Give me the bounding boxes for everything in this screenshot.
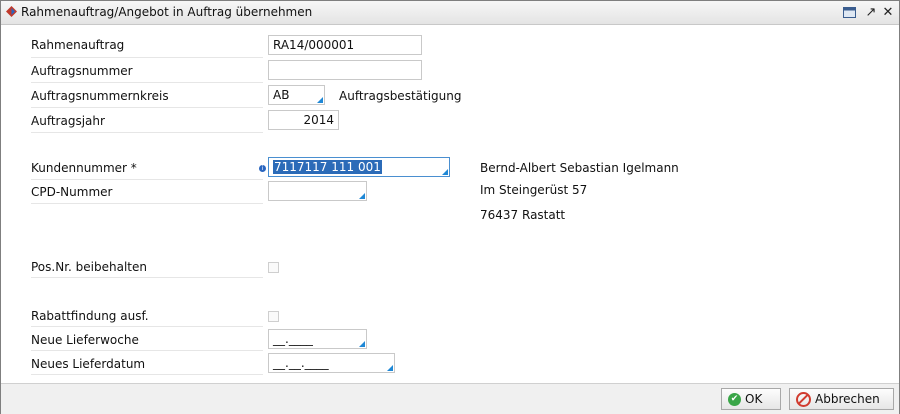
row-divider <box>31 179 263 180</box>
cancel-button[interactable]: Abbrechen <box>789 388 894 410</box>
neues-lieferdatum-field[interactable]: __.__.____ <box>268 353 395 373</box>
rahmenauftrag-field[interactable]: RA14/000001 <box>268 35 422 55</box>
customer-city: 76437 Rastatt <box>480 208 566 222</box>
row-divider <box>31 277 263 278</box>
lookup-corner-icon <box>442 169 448 175</box>
cpd-nummer-label: CPD-Nummer <box>31 185 113 199</box>
restore-window-button[interactable] <box>841 4 857 20</box>
neue-lieferwoche-label: Neue Lieferwoche <box>31 333 139 347</box>
rabattfindung-label: Rabattfindung ausf. <box>31 309 149 323</box>
neues-lieferdatum-value: __.__.____ <box>273 356 329 370</box>
rabattfindung-checkbox[interactable] <box>268 311 279 322</box>
neue-lieferwoche-field[interactable]: __.____ <box>268 329 367 349</box>
rahmenauftrag-label: Rahmenauftrag <box>31 38 125 52</box>
auftragsnummernkreis-select[interactable]: AB <box>268 85 325 105</box>
auftragsjahr-label: Auftragsjahr <box>31 114 105 128</box>
expand-arrow-icon: ↗ <box>865 4 877 20</box>
ok-button[interactable]: ✔ OK <box>721 388 781 410</box>
posnr-beibehalten-checkbox[interactable] <box>268 262 279 273</box>
info-icon[interactable]: i <box>259 165 266 172</box>
rahmenauftrag-value: RA14/000001 <box>273 38 355 52</box>
auftragsnummernkreis-label: Auftragsnummernkreis <box>31 89 169 103</box>
cpd-nummer-field[interactable] <box>268 181 367 201</box>
window-restore-icon <box>842 6 856 18</box>
calendar-corner-icon <box>387 365 393 371</box>
dropdown-corner-icon <box>317 97 323 103</box>
close-icon: ✕ <box>882 4 894 20</box>
check-circle-icon: ✔ <box>728 392 741 406</box>
row-divider <box>31 326 263 327</box>
dialog-window: Rahmenauftrag/Angebot in Auftrag überneh… <box>0 0 900 414</box>
row-divider <box>31 132 263 133</box>
calendar-corner-icon <box>359 341 365 347</box>
row-divider <box>31 82 263 83</box>
auftragsnummernkreis-value: AB <box>273 88 290 102</box>
auftragsnummer-field[interactable] <box>268 60 422 80</box>
dialog-footer: ✔ OK Abbrechen <box>1 383 899 414</box>
maximize-button[interactable]: ↗ <box>863 4 879 20</box>
cancel-label: Abbrechen <box>815 392 880 406</box>
neue-lieferwoche-value: __.____ <box>273 332 313 346</box>
row-divider <box>31 203 263 204</box>
row-divider <box>31 57 263 58</box>
lookup-corner-icon <box>359 193 365 199</box>
row-divider <box>31 374 263 375</box>
neues-lieferdatum-label: Neues Lieferdatum <box>31 357 146 371</box>
cancel-icon <box>796 391 811 407</box>
title-bar: Rahmenauftrag/Angebot in Auftrag überneh… <box>1 1 899 25</box>
ok-label: OK <box>745 392 763 406</box>
window-title: Rahmenauftrag/Angebot in Auftrag überneh… <box>21 5 313 19</box>
kundennummer-field[interactable]: 7117117 111 001 <box>268 157 450 177</box>
customer-street: Im Steingerüst 57 <box>480 183 588 197</box>
auftragsnummernkreis-description: Auftragsbestätigung <box>339 89 462 103</box>
row-divider <box>31 107 263 108</box>
kundennummer-value: 7117117 111 001 <box>273 160 382 174</box>
close-button[interactable]: ✕ <box>880 4 896 20</box>
auftragsnummer-label: Auftragsnummer <box>31 64 133 78</box>
auftragsjahr-field[interactable]: 2014 <box>268 110 339 130</box>
customer-name: Bernd-Albert Sebastian Igelmann <box>480 161 679 175</box>
kundennummer-label: Kundennummer * <box>31 161 137 175</box>
auftragsjahr-value: 2014 <box>303 113 334 127</box>
row-divider <box>31 350 263 351</box>
posnr-beibehalten-label: Pos.Nr. beibehalten <box>31 260 147 274</box>
app-logo-icon <box>6 6 17 17</box>
